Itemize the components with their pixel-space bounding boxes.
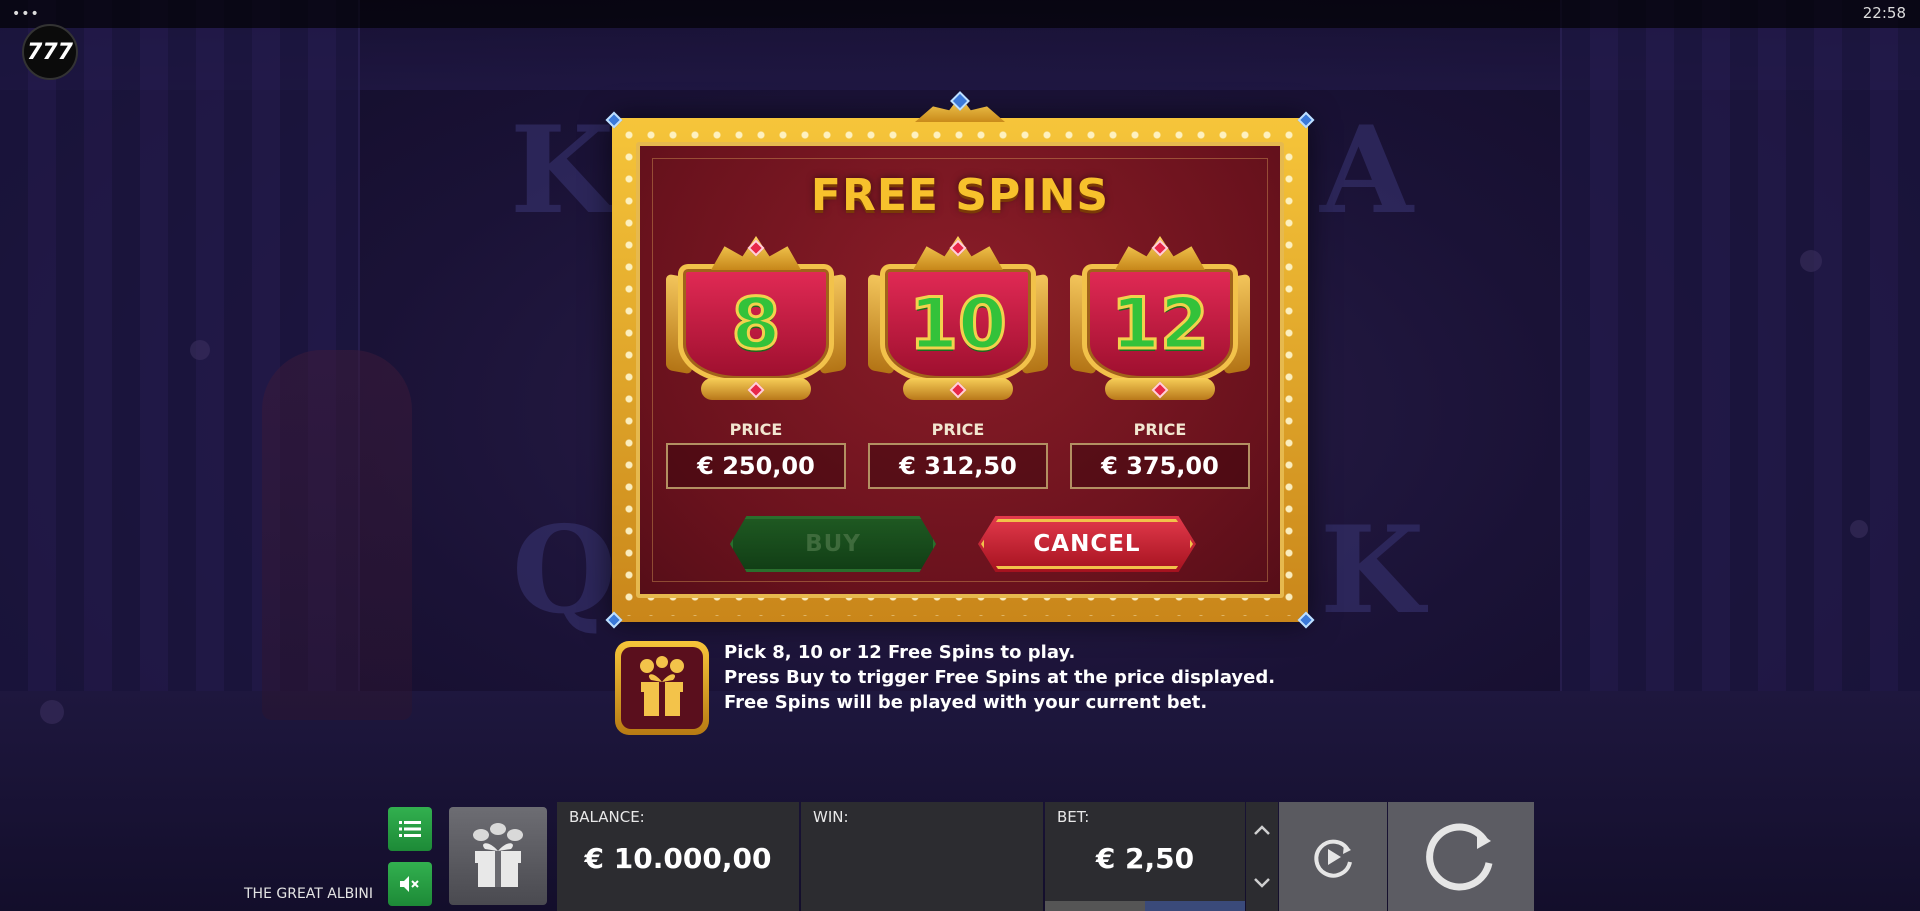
- bet-panel: BET: € 2,50: [1045, 802, 1245, 911]
- spin-button[interactable]: [1388, 802, 1534, 911]
- gift-icon: [473, 823, 523, 887]
- spins-count: 8: [730, 282, 782, 367]
- bokeh-dot: [40, 700, 64, 724]
- clock: 22:58: [1862, 4, 1906, 22]
- instruction-line: Free Spins will be played with your curr…: [724, 692, 1208, 713]
- list-icon: [399, 821, 421, 837]
- sound-toggle-button[interactable]: [388, 862, 432, 906]
- price-value: € 250,00: [666, 443, 846, 489]
- spin-icon: [1426, 823, 1493, 890]
- instruction-line: Press Buy to trigger Free Spins at the p…: [724, 667, 1276, 688]
- free-spins-info-icon: [615, 641, 709, 735]
- balance-panel: BALANCE: € 10.000,00: [557, 802, 799, 911]
- balance-label: BALANCE:: [569, 808, 645, 826]
- bet-level-bar: [1045, 901, 1245, 911]
- chevron-down-icon: [1254, 878, 1270, 888]
- mute-icon: [400, 876, 419, 892]
- spins-badge[interactable]: 10: [868, 236, 1048, 406]
- spins-badge[interactable]: 12: [1070, 236, 1250, 406]
- free-spins-dialog: FREE SPINS 8 PRICE € 250,00 10 PRICE € 3…: [605, 91, 1315, 629]
- cancel-button[interactable]: CANCEL: [978, 516, 1196, 572]
- magician-figure: [262, 350, 412, 720]
- bet-value: € 2,50: [1095, 842, 1195, 875]
- bokeh-dot: [190, 340, 210, 360]
- price-label: PRICE: [931, 420, 985, 439]
- free-spins-option-10[interactable]: 10 PRICE € 312,50: [868, 236, 1048, 489]
- win-panel: WIN:: [801, 802, 1043, 911]
- reel-symbol-k2: K: [1320, 500, 1425, 641]
- bet-increase-button[interactable]: [1246, 810, 1278, 850]
- free-spins-option-12[interactable]: 12 PRICE € 375,00: [1070, 236, 1250, 489]
- reel-symbol-q: Q: [512, 500, 617, 641]
- casino-logo[interactable]: 777: [22, 24, 78, 80]
- spins-count: 12: [1110, 282, 1210, 367]
- more-options-icon[interactable]: •••: [12, 6, 40, 22]
- bet-decrease-button[interactable]: [1246, 863, 1278, 903]
- top-bar: ••• 22:58: [0, 0, 1920, 28]
- win-label: WIN:: [813, 808, 849, 826]
- price-label: PRICE: [1133, 420, 1187, 439]
- buy-feature-button[interactable]: [449, 807, 547, 905]
- autoplay-icon: [1314, 839, 1352, 878]
- free-spins-instructions: Pick 8, 10 or 12 Free Spins to play. Pre…: [724, 640, 1275, 715]
- gift-icon: [621, 647, 703, 729]
- bet-stepper: [1246, 802, 1278, 911]
- balance-value: € 10.000,00: [584, 842, 772, 875]
- autoplay-button[interactable]: [1279, 802, 1387, 911]
- spins-badge[interactable]: 8: [666, 236, 846, 406]
- reel-symbol-a: A: [1320, 100, 1414, 241]
- instruction-line: Pick 8, 10 or 12 Free Spins to play.: [724, 642, 1076, 663]
- chevron-up-icon: [1254, 825, 1270, 835]
- dialog-title: FREE SPINS: [810, 170, 1110, 221]
- free-spins-option-8[interactable]: 8 PRICE € 250,00: [666, 236, 846, 489]
- reel-symbol-k: K: [510, 100, 615, 241]
- bet-level-fill: [1145, 901, 1245, 911]
- bokeh-dot: [1850, 520, 1868, 538]
- price-value: € 375,00: [1070, 443, 1250, 489]
- bokeh-dot: [1800, 250, 1822, 272]
- buy-button[interactable]: BUY: [730, 516, 936, 572]
- spins-count: 10: [908, 282, 1008, 367]
- game-title: THE GREAT ALBINI: [244, 886, 374, 902]
- price-value: € 312,50: [868, 443, 1048, 489]
- bet-label: BET:: [1057, 808, 1090, 826]
- price-label: PRICE: [729, 420, 783, 439]
- menu-button[interactable]: [388, 807, 432, 851]
